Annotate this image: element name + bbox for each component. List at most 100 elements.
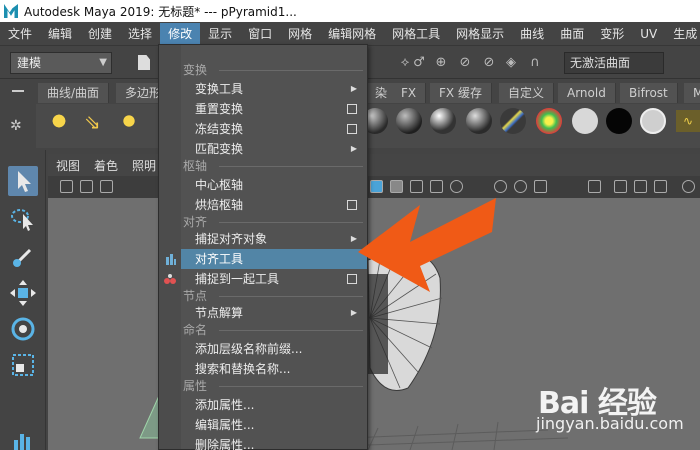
white-sphere-icon[interactable] xyxy=(572,108,598,134)
select-tool-icon[interactable] xyxy=(8,166,38,196)
toon-shader-icon[interactable] xyxy=(500,108,526,134)
menu-item-snap-align-objects[interactable]: 捕捉对齐对象 ▶ xyxy=(181,229,367,249)
option-box-icon[interactable] xyxy=(347,274,357,284)
shelf-menu-icon[interactable] xyxy=(12,90,24,92)
menu-item-bake-pivot[interactable]: 烘焙枢轴 xyxy=(181,195,367,215)
motion-blur-icon[interactable] xyxy=(514,180,527,193)
menu-display[interactable]: 显示 xyxy=(200,23,240,45)
menu-mesh[interactable]: 网格 xyxy=(280,23,320,45)
panel-menu-view[interactable]: 视图 xyxy=(48,157,86,174)
menu-edit[interactable]: 编辑 xyxy=(40,23,80,45)
ambient-occlusion-icon[interactable] xyxy=(494,180,507,193)
menu-item-add-attribute[interactable]: 添加属性... xyxy=(181,395,367,415)
menu-item-match-transform[interactable]: 匹配变换 ▶ xyxy=(181,139,367,159)
smooth-shade-icon[interactable] xyxy=(390,180,403,193)
shadows-icon[interactable] xyxy=(450,180,463,193)
menu-modify[interactable]: 修改 xyxy=(160,22,201,45)
menu-item-label: 匹配变换 xyxy=(195,142,244,156)
wireframe-object[interactable] xyxy=(364,249,443,391)
lights-icon[interactable] xyxy=(430,180,443,193)
tab-bifrost[interactable]: Bifrost xyxy=(620,83,678,103)
menu-item-center-pivot[interactable]: 中心枢轴 xyxy=(181,175,367,195)
menu-item-node-evaluation[interactable]: 节点解算 ▶ xyxy=(181,303,367,323)
resolution-gate-icon[interactable] xyxy=(654,180,667,193)
menu-item-label: 重置变换 xyxy=(195,102,244,116)
material-sphere-icon[interactable] xyxy=(430,108,456,134)
menu-item-delete-attribute[interactable]: 删除属性... xyxy=(181,435,367,450)
menu-item-prefix-hierarchy-names[interactable]: 添加层级名称前缀... xyxy=(181,339,367,359)
paint-select-icon[interactable] xyxy=(8,242,38,272)
light-sphere-icon[interactable] xyxy=(640,108,666,134)
menu-mesh-tools[interactable]: 网格工具 xyxy=(384,23,448,45)
heatmap-shader-icon[interactable] xyxy=(536,108,562,134)
render-settings-icon[interactable] xyxy=(682,180,695,193)
area-light-icon[interactable]: ⇘ xyxy=(84,110,101,134)
snap-magnet-icon[interactable]: ∩ xyxy=(526,54,544,72)
menu-item-label: 中心枢轴 xyxy=(195,178,244,192)
tab-arnold[interactable]: Arnold xyxy=(558,83,616,103)
rotate-tool-icon[interactable] xyxy=(8,314,38,344)
menu-file[interactable]: 文件 xyxy=(0,23,40,45)
menu-mesh-display[interactable]: 网格显示 xyxy=(448,23,512,45)
tab-more[interactable]: M xyxy=(684,83,700,103)
material-sphere-icon[interactable] xyxy=(466,108,492,134)
black-sphere-icon[interactable] xyxy=(606,108,632,134)
tab-custom[interactable]: 自定义 xyxy=(499,83,555,103)
menu-item-edit-attribute[interactable]: 编辑属性... xyxy=(181,415,367,435)
option-box-icon[interactable] xyxy=(347,124,357,134)
panel-menu-shading[interactable]: 着色 xyxy=(86,157,124,174)
modify-menu-dropdown: 变换 变换工具 ▶ 重置变换 冻结变换 匹配变换 ▶ 枢轴 中心枢轴 烘焙枢轴 对齐… xyxy=(158,44,368,450)
snap-view-plane-icon[interactable]: ⊘ xyxy=(456,54,474,72)
menu-edit-mesh[interactable]: 编辑网格 xyxy=(320,23,384,45)
tab-fx-cache[interactable]: FX 缓存 xyxy=(430,83,492,103)
camera-icon[interactable] xyxy=(60,180,73,193)
section-pivot: 枢轴 xyxy=(183,157,363,175)
grid-toggle-icon[interactable] xyxy=(634,180,647,193)
point-light-icon[interactable] xyxy=(118,110,140,132)
menu-item-transform-tools[interactable]: 变换工具 ▶ xyxy=(181,79,367,99)
menu-item-search-replace-names[interactable]: 搜索和替换名称... xyxy=(181,359,367,379)
option-box-icon[interactable] xyxy=(347,104,357,114)
tab-fx[interactable]: FX xyxy=(392,83,427,103)
waveform-icon[interactable]: ∿ xyxy=(676,110,700,132)
isolate-select-icon[interactable] xyxy=(588,180,601,193)
wireframe-shaded-icon[interactable] xyxy=(370,180,383,193)
section-attributes: 属性 xyxy=(183,377,363,395)
menu-item-align-tool[interactable]: 对齐工具 xyxy=(181,249,367,269)
camera-attributes-icon[interactable] xyxy=(80,180,93,193)
menu-item-snap-together-tool[interactable]: 捕捉到一起工具 xyxy=(181,269,367,289)
menu-item-label: 编辑属性... xyxy=(195,418,255,432)
material-sphere-icon[interactable] xyxy=(396,108,422,134)
scale-tool-icon[interactable] xyxy=(8,350,38,380)
menu-set-dropdown[interactable]: 建模 ▼ xyxy=(10,52,112,74)
directional-light-icon[interactable] xyxy=(48,110,70,132)
stats-icon[interactable] xyxy=(8,426,38,450)
menu-item-reset-transform[interactable]: 重置变换 xyxy=(181,99,367,119)
menu-select[interactable]: 选择 xyxy=(120,23,160,45)
anti-aliasing-icon[interactable] xyxy=(534,180,547,193)
menu-curves[interactable]: 曲线 xyxy=(512,23,552,45)
menu-item-freeze-transform[interactable]: 冻结变换 xyxy=(181,119,367,139)
new-scene-icon[interactable] xyxy=(138,55,150,70)
bookmark-icon[interactable] xyxy=(100,180,113,193)
panel-toolbar xyxy=(48,176,700,198)
move-tool-icon[interactable] xyxy=(8,278,38,308)
xray-icon[interactable] xyxy=(614,180,627,193)
snap-surface-icon[interactable]: ◈ xyxy=(502,54,520,72)
menu-uv[interactable]: UV xyxy=(632,23,665,45)
live-surface-field[interactable]: 无激活曲面 xyxy=(564,52,664,74)
gear-icon[interactable]: ✲ xyxy=(10,118,22,134)
option-box-icon[interactable] xyxy=(347,200,357,210)
menu-generate[interactable]: 生成 xyxy=(665,23,700,45)
tab-curves-surfaces[interactable]: 曲线/曲面 xyxy=(38,83,110,103)
textured-icon[interactable] xyxy=(410,180,423,193)
menu-windows[interactable]: 窗口 xyxy=(240,23,280,45)
snap-curve-icon[interactable]: ♂ xyxy=(410,54,428,72)
snap-live-icon[interactable]: ⊘ xyxy=(480,54,498,72)
menu-deform[interactable]: 变形 xyxy=(592,23,632,45)
snap-point-icon[interactable]: ⊕ xyxy=(432,54,450,72)
menu-surfaces[interactable]: 曲面 xyxy=(552,23,592,45)
lasso-tool-icon[interactable] xyxy=(8,204,38,234)
panel-menu-lighting[interactable]: 照明 xyxy=(124,157,162,174)
menu-create[interactable]: 创建 xyxy=(80,23,120,45)
